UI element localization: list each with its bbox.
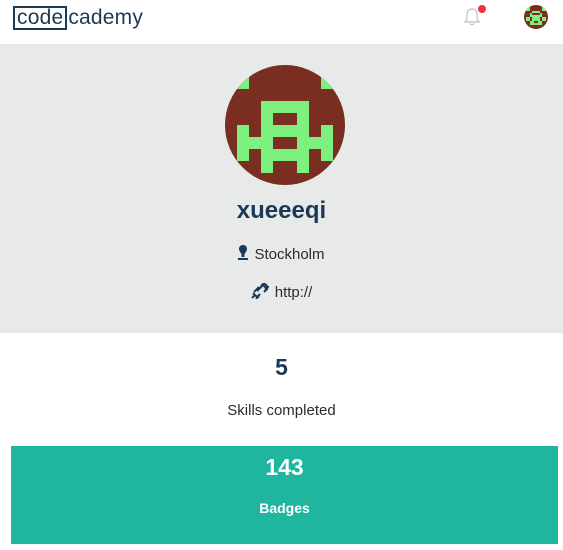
avatar-pixel-icon (524, 5, 548, 29)
website-link-text[interactable]: http:// (275, 284, 313, 301)
badges-card[interactable]: 143 Badges (11, 446, 558, 544)
skills-completed-label: Skills completed (227, 402, 336, 419)
badges-count: 143 (265, 454, 304, 480)
profile-website[interactable]: http:// (0, 283, 563, 301)
user-avatar[interactable] (524, 5, 548, 29)
skills-completed-count: 5 (275, 354, 288, 380)
profile-location: Stockholm (0, 245, 563, 263)
badges-label: Badges (259, 500, 310, 516)
profile-avatar (225, 65, 345, 185)
avatar-pixel-icon (225, 65, 345, 185)
top-navigation-bar: code cademy (0, 0, 563, 45)
profile-header-panel: xueeeqi Stockholm http:// (0, 45, 563, 333)
map-pin-icon (238, 245, 249, 260)
link-icon (251, 283, 269, 299)
logo-cademy-text: cademy (68, 6, 144, 29)
location-text: Stockholm (254, 246, 325, 263)
logo-code-box: code (13, 6, 68, 30)
profile-username: xueeeqi (236, 197, 327, 224)
notification-dot (478, 5, 486, 13)
codecademy-logo[interactable]: code cademy (13, 5, 143, 31)
